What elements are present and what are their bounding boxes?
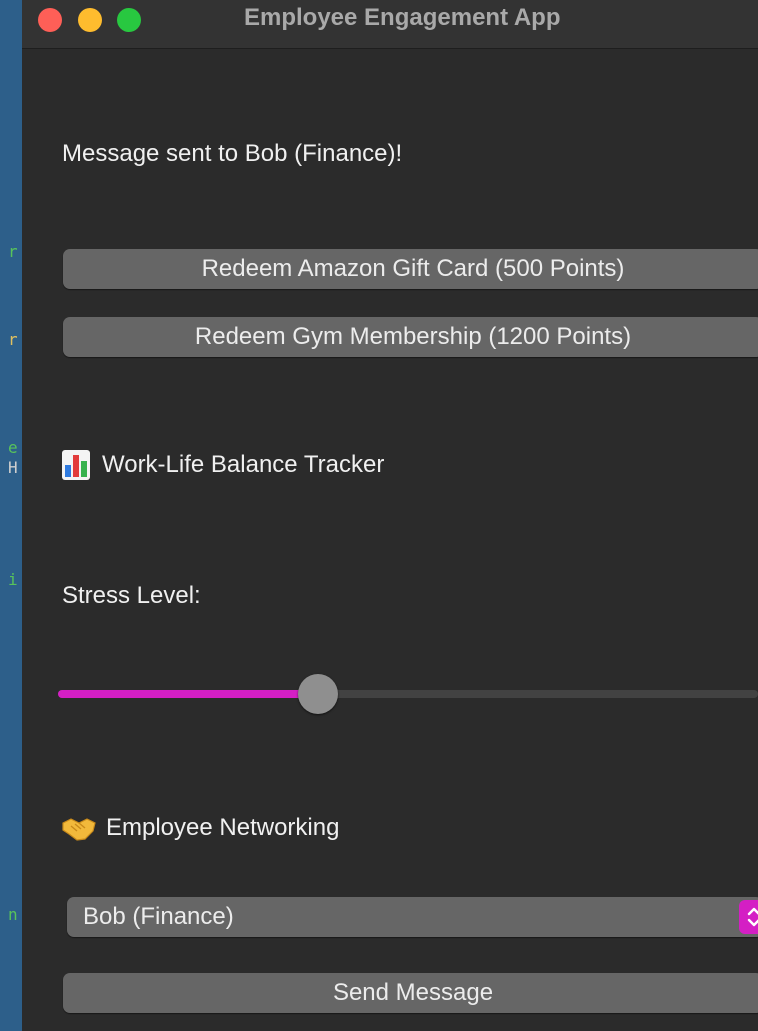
close-window-button[interactable] [38,8,62,32]
window-title: Employee Engagement App [244,4,561,31]
handshake-icon [62,812,96,844]
stress-level-slider[interactable] [58,672,758,716]
stress-level-label: Stress Level: [62,582,201,609]
app-window: Employee Engagement App Message sent to … [22,0,758,1031]
minimize-window-button[interactable] [78,8,102,32]
bar-chart-icon [62,450,90,480]
employee-select[interactable]: Bob (Finance) [67,897,758,937]
send-message-button[interactable]: Send Message [63,973,758,1013]
desktop-background-strip: r r e H i n [0,0,22,1031]
redeem-gym-membership-button[interactable]: Redeem Gym Membership (1200 Points) [63,317,758,357]
desktop-code-glyph: n [8,905,18,924]
desktop-code-glyph: e [8,438,18,457]
slider-fill [58,690,318,698]
employee-networking-heading-text: Employee Networking [106,814,340,841]
select-stepper-icon[interactable] [739,900,758,934]
desktop-code-glyph: H [8,458,18,477]
work-life-balance-heading: Work-Life Balance Tracker [62,450,384,480]
employee-select-value: Bob (Finance) [83,903,234,930]
zoom-window-button[interactable] [117,8,141,32]
desktop-code-glyph: r [8,242,18,261]
desktop-code-glyph: r [8,330,18,349]
slider-thumb[interactable] [298,674,338,714]
title-bar: Employee Engagement App [22,0,758,49]
redeem-gift-card-button[interactable]: Redeem Amazon Gift Card (500 Points) [63,249,758,289]
desktop-code-glyph: i [8,570,18,589]
status-message: Message sent to Bob (Finance)! [62,140,403,167]
employee-networking-heading: Employee Networking [62,812,339,844]
work-life-balance-heading-text: Work-Life Balance Tracker [102,451,385,478]
